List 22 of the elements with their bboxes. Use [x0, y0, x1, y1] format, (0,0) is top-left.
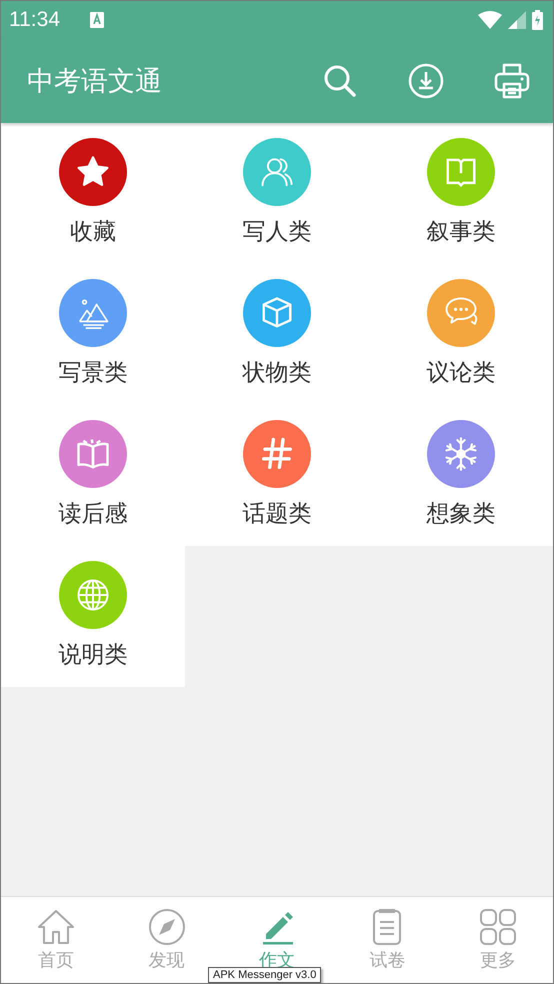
category-tile[interactable]: 想象类	[369, 405, 553, 546]
category-tile[interactable]: 说明类	[1, 546, 185, 687]
category-tile[interactable]: 话题类	[185, 405, 369, 546]
wifi-icon	[478, 11, 502, 29]
category-tile[interactable]: 状物类	[185, 264, 369, 405]
signal-icon	[508, 11, 526, 29]
category-tile[interactable]: 叙事类	[369, 123, 553, 264]
home-icon	[36, 907, 76, 947]
category-tile[interactable]: 写人类	[185, 123, 369, 264]
category-tile[interactable]: 议论类	[369, 264, 553, 405]
app-title: 中考语文通	[27, 65, 163, 99]
download-button[interactable]	[407, 62, 445, 100]
category-tile[interactable]: 写景类	[1, 264, 185, 405]
category-tile[interactable]: 收藏	[1, 123, 185, 264]
grid-icon	[478, 907, 518, 947]
notification-icon	[90, 12, 104, 28]
battery-icon	[532, 10, 543, 30]
status-time: 11:34	[9, 8, 60, 32]
compass-icon	[146, 907, 187, 947]
category-tile[interactable]: 读后感	[1, 405, 185, 546]
print-button[interactable]	[493, 62, 531, 100]
tooltip: APK Messenger v3.0	[208, 967, 322, 983]
